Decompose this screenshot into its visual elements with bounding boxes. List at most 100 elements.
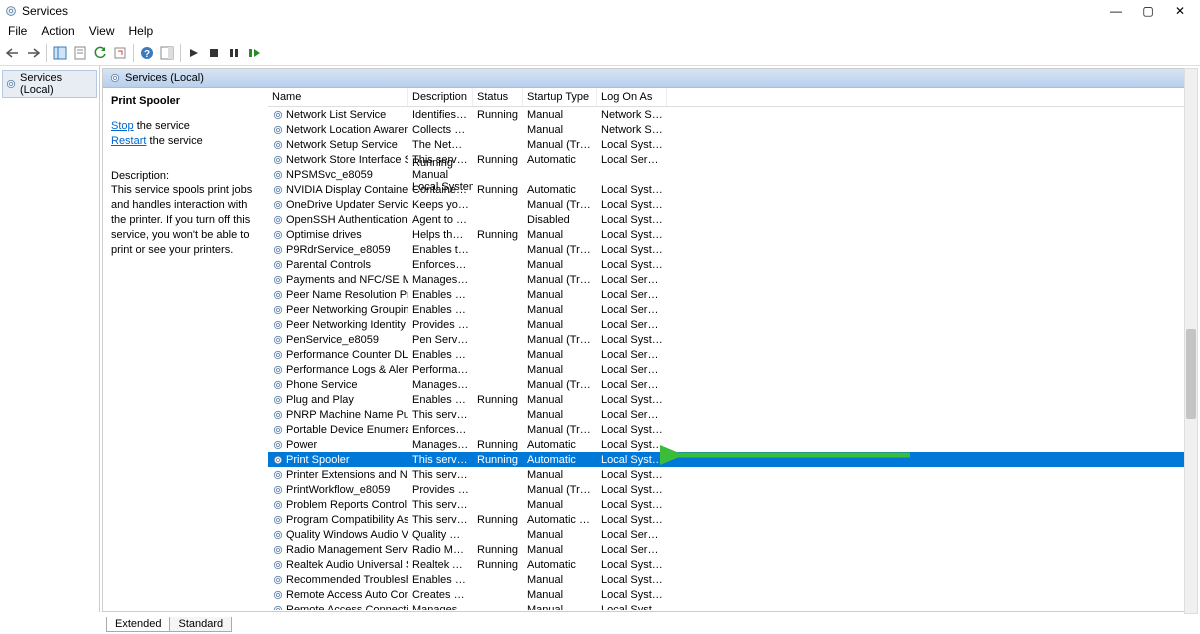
service-row[interactable]: Program Compatibility Assis..This servic… <box>268 512 1195 527</box>
service-row[interactable]: Problem Reports Control Pa..This service… <box>268 497 1195 512</box>
restart-service-link[interactable]: Restart <box>111 135 146 147</box>
service-row[interactable]: Realtek Audio Universal Serv..Realtek Au… <box>268 557 1195 572</box>
maximize-button[interactable]: ▢ <box>1132 0 1164 22</box>
minimize-button[interactable]: — <box>1100 0 1132 22</box>
service-row[interactable]: Peer Networking GroupingEnables mul..Man… <box>268 302 1195 317</box>
cell-name: PrintWorkflow_e8059 <box>286 484 390 496</box>
cell-startup: Manual <box>523 409 597 421</box>
service-row[interactable]: NVIDIA Display Container LSContainer se.… <box>268 182 1195 197</box>
cell-description: Keeps your .. <box>408 199 473 211</box>
back-button[interactable] <box>4 44 22 62</box>
cell-description: Provides ide.. <box>408 319 473 331</box>
start-service-button[interactable] <box>185 44 203 62</box>
pause-service-button[interactable] <box>225 44 243 62</box>
service-row[interactable]: Optimise drivesHelps the co..RunningManu… <box>268 227 1195 242</box>
cell-startup: Manual (Trigg.. <box>523 334 597 346</box>
cell-name: Problem Reports Control Pa.. <box>286 499 408 511</box>
service-row[interactable]: Recommended Troubleshoo..Enables aut..Ma… <box>268 572 1195 587</box>
show-hide-tree-button[interactable] <box>51 44 69 62</box>
service-row[interactable]: OneDrive Updater ServiceKeeps your ..Man… <box>268 197 1195 212</box>
col-header-status[interactable]: Status <box>473 88 523 106</box>
service-row[interactable]: Print SpoolerThis service ..RunningAutom… <box>268 452 1195 467</box>
cell-startup: Manual <box>523 544 597 556</box>
cell-startup: Manual (Trigg.. <box>523 484 597 496</box>
action-pane-button[interactable] <box>158 44 176 62</box>
gear-icon <box>272 274 284 286</box>
gear-icon <box>272 454 284 466</box>
menu-file[interactable]: File <box>8 24 27 38</box>
tab-standard[interactable]: Standard <box>169 617 232 632</box>
cell-startup: Manual (Trigg.. <box>523 379 597 391</box>
help-button[interactable]: ? <box>138 44 156 62</box>
service-row[interactable]: Performance Logs & AlertsPerformance..Ma… <box>268 362 1195 377</box>
forward-button[interactable] <box>24 44 42 62</box>
cell-description: Manages th.. <box>408 379 473 391</box>
service-row[interactable]: Remote Access Auto Connec..Creates a co.… <box>268 587 1195 602</box>
service-row[interactable]: Remote Access Connection ..Manages di..M… <box>268 602 1195 610</box>
refresh-button[interactable] <box>91 44 109 62</box>
close-button[interactable]: ✕ <box>1164 0 1196 22</box>
service-row[interactable]: NPSMSvc_e8059RunningManualLocal System <box>268 167 1195 182</box>
stop-service-link[interactable]: Stop <box>111 120 134 132</box>
cell-description: Radio Mana.. <box>408 544 473 556</box>
service-row[interactable]: Parental ControlsEnforces par..ManualLoc… <box>268 257 1195 272</box>
details-pane: Print Spooler Stop the service Restart t… <box>103 88 268 611</box>
gear-icon <box>272 499 284 511</box>
col-header-logon[interactable]: Log On As <box>597 88 667 106</box>
scroll-thumb[interactable] <box>1186 329 1196 419</box>
service-row[interactable]: PrintWorkflow_e8059 Provides sup.. Manual … <box>268 482 1195 497</box>
cell-logon: Local System <box>597 499 667 511</box>
export-button[interactable] <box>111 44 129 62</box>
cell-logon: Local Service <box>597 154 667 166</box>
service-row[interactable]: Plug and PlayEnables a co..RunningManual… <box>268 392 1195 407</box>
cell-description: Helps the co.. <box>408 229 473 241</box>
service-row[interactable]: Network List ServiceIdentifies th..Runni… <box>268 107 1195 122</box>
service-row[interactable]: PowerManages po..RunningAutomaticLocal S… <box>268 437 1195 452</box>
col-header-description[interactable]: Description <box>408 88 473 106</box>
restart-service-button[interactable] <box>245 44 263 62</box>
service-row[interactable]: Payments and NFC/SE Mana..Manages pa..Ma… <box>268 272 1195 287</box>
tab-extended[interactable]: Extended <box>106 617 170 632</box>
service-row[interactable]: PenService_e8059Pen ServiceManual (Trigg… <box>268 332 1195 347</box>
service-row[interactable]: Phone ServiceManages th..Manual (Trigg..… <box>268 377 1195 392</box>
cell-name: Network Store Interface Serv.. <box>286 154 408 166</box>
service-row[interactable]: OpenSSH Authentication Ag..Agent to hol.… <box>268 212 1195 227</box>
menu-help[interactable]: Help <box>129 24 154 38</box>
menu-view[interactable]: View <box>89 24 115 38</box>
tree-root-item[interactable]: Services (Local) <box>2 70 97 98</box>
properties-button[interactable] <box>71 44 89 62</box>
cell-name: Optimise drives <box>286 229 362 241</box>
cell-logon: Local System <box>597 394 667 406</box>
cell-description: Provides sup.. <box>408 484 473 496</box>
services-list: Name Description Status Startup Type Log… <box>268 88 1195 611</box>
service-row[interactable]: P9RdrService_e8059Enables trig..Manual (… <box>268 242 1195 257</box>
service-row[interactable]: Peer Name Resolution Proto..Enables serv… <box>268 287 1195 302</box>
cell-description: This service .. <box>408 499 473 511</box>
gear-icon <box>272 394 284 406</box>
col-header-name[interactable]: Name <box>268 88 408 106</box>
cell-logon: Local System <box>597 139 667 151</box>
stop-service-button[interactable] <box>205 44 223 62</box>
service-row[interactable]: Network Location AwarenessCollects and .… <box>268 122 1195 137</box>
cell-name: OneDrive Updater Service <box>286 199 408 211</box>
cell-name: NVIDIA Display Container LS <box>286 184 408 196</box>
service-row[interactable]: Performance Counter DLL H..Enables rem..… <box>268 347 1195 362</box>
content-header: Services (Local) <box>103 69 1195 88</box>
service-row[interactable]: Portable Device Enumerator ..Enforces gr… <box>268 422 1195 437</box>
cell-startup: Manual <box>523 109 597 121</box>
cell-name: PenService_e8059 <box>286 334 379 346</box>
service-row[interactable]: Peer Networking Identity M..Provides ide… <box>268 317 1195 332</box>
menu-action[interactable]: Action <box>41 24 74 38</box>
service-row[interactable]: Quality Windows Audio Vid..Quality Win..… <box>268 527 1195 542</box>
service-row[interactable]: Printer Extensions and Notifi..This serv… <box>268 467 1195 482</box>
service-row[interactable]: PNRP Machine Name Public..This service .… <box>268 407 1195 422</box>
cell-name: Recommended Troubleshoo.. <box>286 574 408 586</box>
window-scrollbar[interactable] <box>1184 68 1198 614</box>
service-row[interactable]: Radio Management ServiceRadio Mana..Runn… <box>268 542 1195 557</box>
service-row[interactable]: Network Setup ServiceThe Network..Manual… <box>268 137 1195 152</box>
cell-startup: Manual <box>523 319 597 331</box>
gear-icon <box>272 439 284 451</box>
col-header-startup[interactable]: Startup Type <box>523 88 597 106</box>
svg-text:?: ? <box>144 49 150 60</box>
cell-startup: Manual (Trigg.. <box>523 424 597 436</box>
